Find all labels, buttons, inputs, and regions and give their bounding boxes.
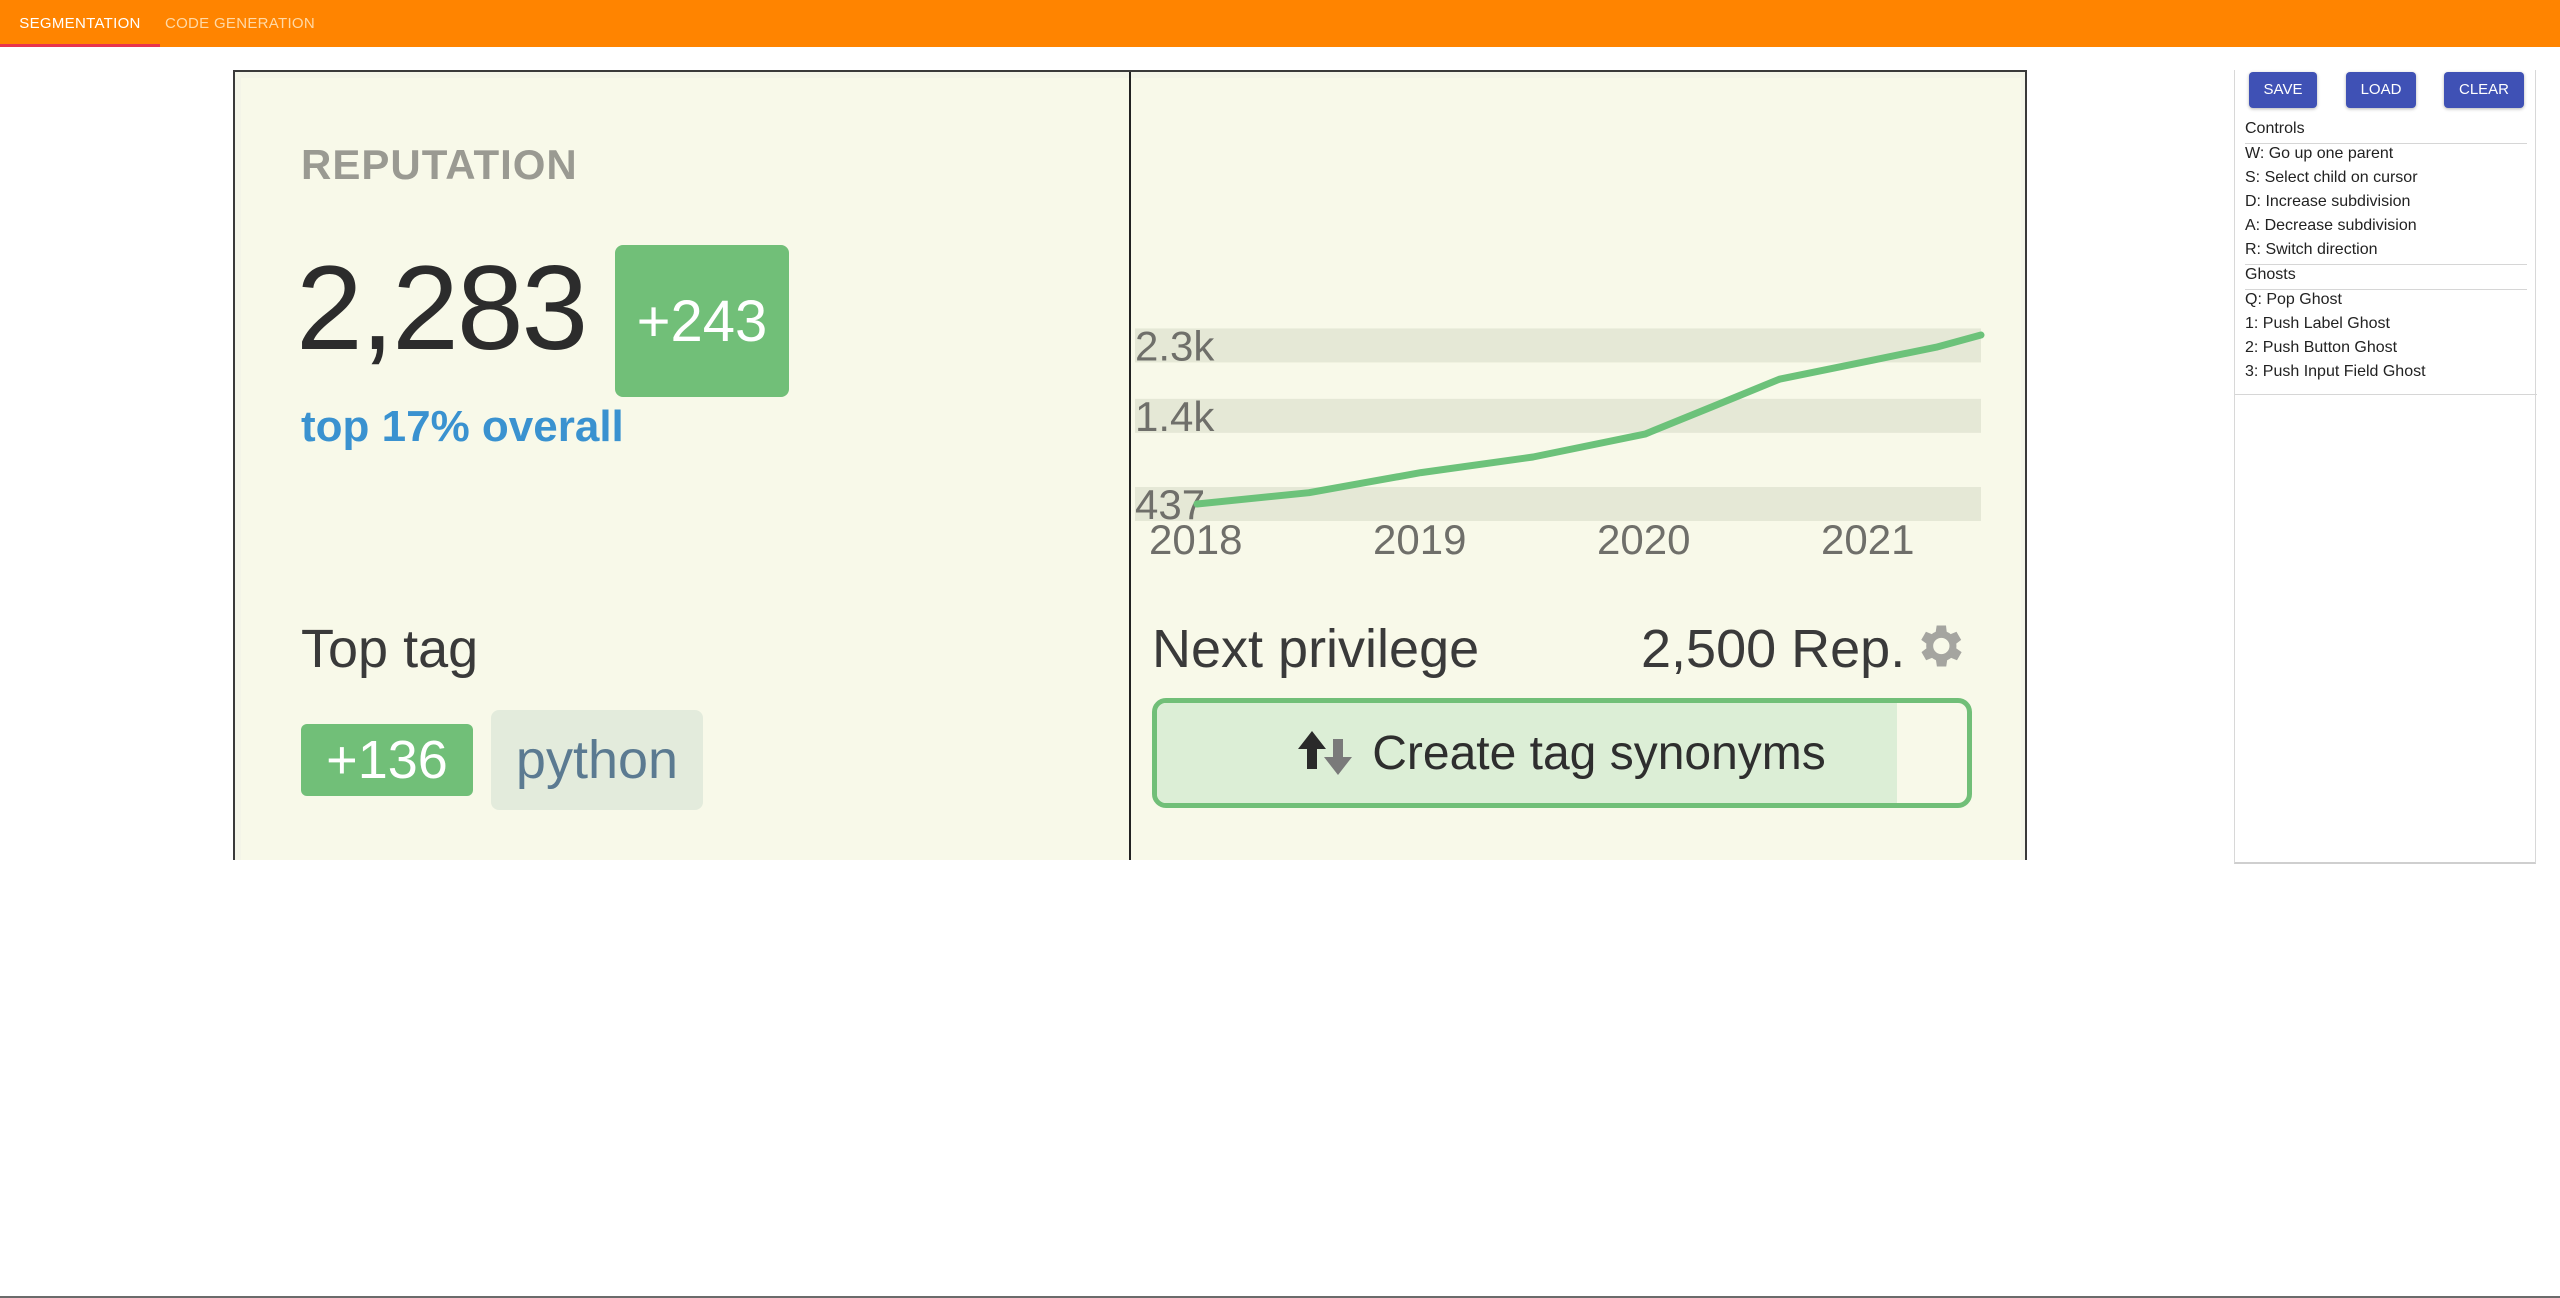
ghost-item: Q: Pop Ghost [2245,291,2342,308]
clear-button[interactable]: CLEAR [2444,72,2524,108]
reputation-rank: top 17% overall [301,402,624,451]
ghosts-title: Ghosts [2245,266,2296,283]
control-item: D: Increase subdivision [2245,193,2411,210]
next-privilege-heading: Next privilege [1152,619,1480,679]
top-tag-score-badge: +136 [301,724,473,796]
chart-y-tick: 2.3k [1135,322,1215,369]
next-privilege-rep: 2,500 Rep. [1641,619,1906,679]
reputation-delta-badge: +243 [615,245,789,397]
up-down-arrows-icon [1298,731,1353,775]
reputation-chart: 2.3k1.4k4372018 2019 2020 2021 [1135,322,1985,558]
chart-x-tick: 2020 [1597,516,1690,558]
segmentation-canvas[interactable]: REPUTATION 2,283 +243 top 17% overall To… [233,70,2027,860]
controls-title: Controls [2245,120,2305,137]
chart-x-tick: 2021 [1821,516,1914,558]
reputation-heading: REPUTATION [301,141,578,188]
control-panel: SAVE LOAD CLEAR Controls W: Go up one pa… [2234,70,2537,864]
section-divider [2245,264,2527,265]
chart-gridband [1135,328,1981,363]
segmentation-divider[interactable] [1129,72,1131,860]
panel-divider [2235,394,2537,395]
chart-gridband [1135,398,1981,433]
ghosts-divider [2245,289,2527,290]
tab-code-generation[interactable]: CODE GENERATION [160,0,320,47]
chart-x-tick: 2018 [1149,516,1242,558]
controls-divider [2245,143,2527,144]
app-bar: SEGMENTATION CODE GENERATION [0,0,2560,47]
chart-y-tick: 1.4k [1135,393,1215,440]
top-tag-heading: Top tag [301,619,479,679]
tab-segmentation[interactable]: SEGMENTATION [0,0,160,47]
control-item: W: Go up one parent [2245,145,2394,162]
control-item: S: Select child on cursor [2245,169,2418,186]
reputation-card: REPUTATION 2,283 +243 top 17% overall To… [241,78,2021,860]
reputation-value: 2,283 [296,241,588,375]
control-item: R: Switch direction [2245,241,2378,258]
next-privilege-label: Create tag synonyms [1372,726,1826,780]
active-tab-indicator [0,44,160,47]
load-button[interactable]: LOAD [2346,72,2416,108]
save-button[interactable]: SAVE [2249,72,2317,108]
ghost-item: 2: Push Button Ghost [2245,339,2398,356]
ghost-item: 3: Push Input Field Ghost [2245,363,2426,380]
control-item: A: Decrease subdivision [2245,217,2417,234]
chart-x-tick: 2019 [1373,516,1466,558]
ghost-item: 1: Push Label Ghost [2245,315,2390,332]
next-privilege-progress: Create tag synonyms [1152,698,1972,808]
gear-icon [1921,625,1962,667]
top-tag-chip: python [491,710,703,810]
